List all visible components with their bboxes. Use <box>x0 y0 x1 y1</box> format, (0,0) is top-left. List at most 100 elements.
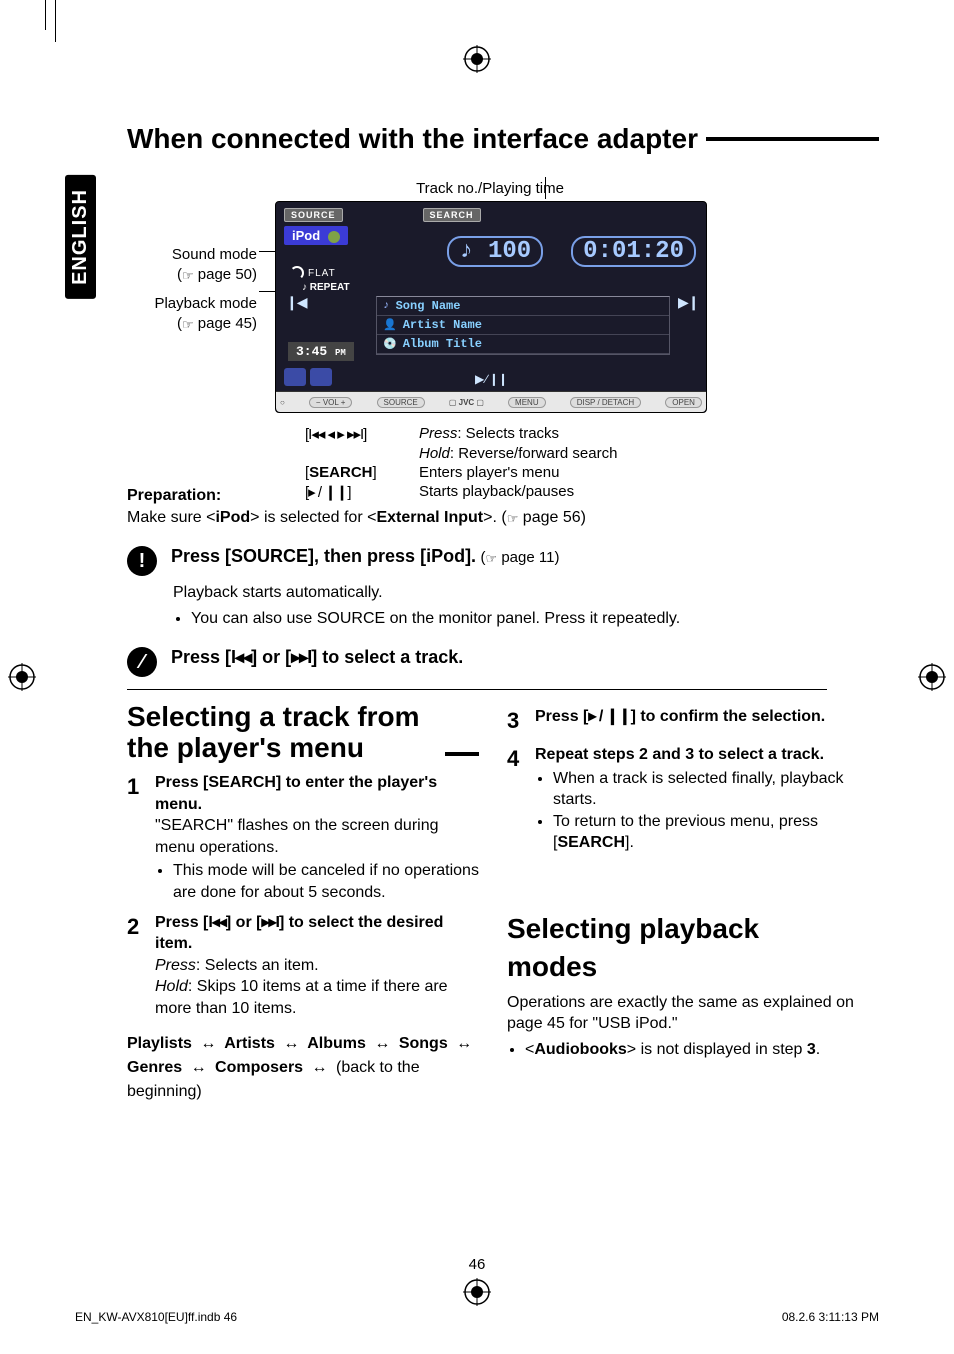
control-key-play: [▸ / ❙❙] <box>305 483 401 501</box>
playback-modes-bullet: <Audiobooks> is not displayed in step 3. <box>525 1039 859 1061</box>
repeat-indicator: ♪ REPEAT <box>302 282 350 293</box>
menu-path: Playlists ↔ Artists ↔ Albums ↔ Songs ↔ G… <box>127 1032 479 1104</box>
source-value: iPod <box>292 228 320 243</box>
step-2-lead: Press [I◂◂] or [▸▸I] to select a track. <box>171 647 463 667</box>
substep-1: 1 Press [SEARCH] to enter the player's m… <box>127 772 479 904</box>
album-title: Album Title <box>403 337 482 351</box>
control-desc: Hold: Reverse/forward search <box>419 445 617 462</box>
registration-mark-icon <box>463 45 491 73</box>
step-number-icon: ⁄ <box>127 647 157 677</box>
step-1-lead: Press [SOURCE], then press [iPod]. <box>171 546 476 566</box>
song-name: Song Name <box>396 299 461 313</box>
menu-item: Songs <box>399 1035 448 1052</box>
control-desc: Enters player's menu <box>419 464 559 481</box>
bidir-arrow-icon: ↔ <box>456 1032 472 1056</box>
crop-mark-icon <box>45 0 46 30</box>
eq-flat-label: FLAT <box>308 268 336 279</box>
substep-4-bullet-1: When a track is selected finally, playba… <box>553 768 859 811</box>
label-track-info: Track no./Playing time <box>275 180 705 197</box>
menu-item: Genres <box>127 1059 182 1076</box>
substep-2-lead: Press [I◂◂] or [▸▸I] to select the desir… <box>155 912 479 955</box>
label-playback-mode: Playback mode <box>154 295 257 312</box>
substep-4-bullet-2: To return to the previous menu, press [S… <box>553 811 859 854</box>
menu-hw-button[interactable]: MENU <box>508 397 546 408</box>
step-1-bullet: You can also use SOURCE on the monitor p… <box>191 608 879 630</box>
substep-number: 4 <box>507 744 525 854</box>
disp-hw-button[interactable]: DISP / DETACH <box>570 397 642 408</box>
heading-rule <box>706 137 879 141</box>
att-icon[interactable]: ○ <box>280 398 285 407</box>
open-hw-button[interactable]: OPEN <box>665 397 702 408</box>
section-heading-text: When connected with the interface adapte… <box>127 123 698 155</box>
bidir-arrow-icon: ↔ <box>374 1032 390 1056</box>
controls-table: [I◂◂ ◂ ▸ ▸▸I] Press: Selects tracks Hold… <box>305 425 617 503</box>
track-number-display: ♪ 100 <box>447 236 543 267</box>
crop-mark-icon <box>55 0 56 42</box>
menu-item: Playlists <box>127 1035 192 1052</box>
source-hw-button[interactable]: SOURCE <box>377 397 425 408</box>
bidir-arrow-icon: ↔ <box>283 1032 299 1056</box>
repeat-label: REPEAT <box>310 282 350 293</box>
artist-icon: 👤 <box>383 318 397 332</box>
separator-rule <box>127 689 827 690</box>
heading-rule <box>445 752 479 756</box>
play-time-display: 0:01:20 <box>571 236 696 267</box>
subsection-heading-text: Selecting playback modes <box>507 910 851 986</box>
label-sound-mode: Sound mode <box>172 246 257 263</box>
subsection-heading: Selecting a track from the player's menu <box>127 702 479 764</box>
diagram-labels: Sound mode (☞ page 50) Playback mode (☞ … <box>127 235 257 342</box>
substep-3-lead: Press [▸ / ❙❙] to confirm the selection. <box>535 706 825 728</box>
subsection-heading: Selecting playback modes <box>507 910 859 986</box>
preparation-text: Make sure <iPod> is selected for <Extern… <box>127 509 586 526</box>
substep-3: 3 Press [▸ / ❙❙] to confirm the selectio… <box>507 706 859 736</box>
menu-item: Artists <box>224 1035 275 1052</box>
play-pause-indicator[interactable]: ▶ ∕ ❙❙ <box>276 372 706 386</box>
substep-4: 4 Repeat steps 2 and 3 to select a track… <box>507 744 859 854</box>
substep-number: 3 <box>507 706 525 736</box>
skip-forward-icon[interactable]: ▶❙ <box>678 294 698 310</box>
left-column: Selecting a track from the player's menu… <box>127 702 479 1103</box>
preparation-title: Preparation: <box>127 487 221 504</box>
brand-label: ▢ JVC ▢ <box>449 398 484 407</box>
section-heading: When connected with the interface adapte… <box>127 123 879 155</box>
bidir-arrow-icon: ↔ <box>191 1056 207 1080</box>
clock-display: 3:45 PM <box>288 342 354 361</box>
button-search[interactable]: SEARCH <box>423 208 481 222</box>
page-number: 46 <box>75 1256 879 1273</box>
step-2: ⁄ Press [I◂◂] or [▸▸I] to select a track… <box>127 647 879 677</box>
album-icon: 💿 <box>383 337 397 351</box>
substep-2-press: Press: Selects an item. <box>155 955 479 977</box>
menu-item: Composers <box>215 1059 303 1076</box>
step-1-body: Playback starts automatically. You can a… <box>173 582 879 629</box>
step-number-icon: ! <box>127 546 157 576</box>
control-key-search: [SEARCH] <box>305 464 401 481</box>
step-1-auto: Playback starts automatically. <box>173 582 879 604</box>
pointer-icon: ☞ <box>486 551 498 567</box>
clock-time: 3:45 <box>296 344 327 359</box>
label-sound-mode-ref: page 50) <box>194 266 257 283</box>
skip-back-icon[interactable]: ❙◀ <box>286 294 306 310</box>
button-source[interactable]: SOURCE <box>284 208 343 222</box>
substep-2-hold: Hold: Skips 10 items at a time if there … <box>155 976 479 1019</box>
substep-1-body: "SEARCH" flashes on the screen during me… <box>155 815 479 858</box>
pointer-icon: ☞ <box>507 510 519 528</box>
control-key-track: [I◂◂ ◂ ▸ ▸▸I] <box>305 425 401 443</box>
track-number: 100 <box>488 238 531 265</box>
footer-filename: EN_KW-AVX810[EU]ff.indb 46 <box>75 1310 237 1324</box>
vol-label: VOL <box>323 398 339 407</box>
substep-1-bullet: This mode will be canceled if no operati… <box>173 860 479 903</box>
substep-number: 1 <box>127 772 145 904</box>
language-tab: ENGLISH <box>65 175 96 299</box>
pointer-icon: ☞ <box>182 316 194 334</box>
clock-ampm: PM <box>335 348 346 358</box>
label-playback-mode-ref: page 45) <box>194 315 257 332</box>
eq-indicator: FLAT <box>290 266 336 280</box>
device-screenshot: Track no./Playing time SOURCE SEARCH iPo… <box>275 180 705 413</box>
vol-button[interactable]: − VOL + <box>309 397 353 408</box>
artist-name: Artist Name <box>403 318 482 332</box>
registration-mark-icon <box>463 1278 491 1306</box>
right-column: 3 Press [▸ / ❙❙] to confirm the selectio… <box>507 702 859 1103</box>
registration-mark-icon <box>918 663 946 691</box>
step-1-ref: (☞ page 11) <box>481 549 560 566</box>
registration-mark-icon <box>8 663 36 691</box>
